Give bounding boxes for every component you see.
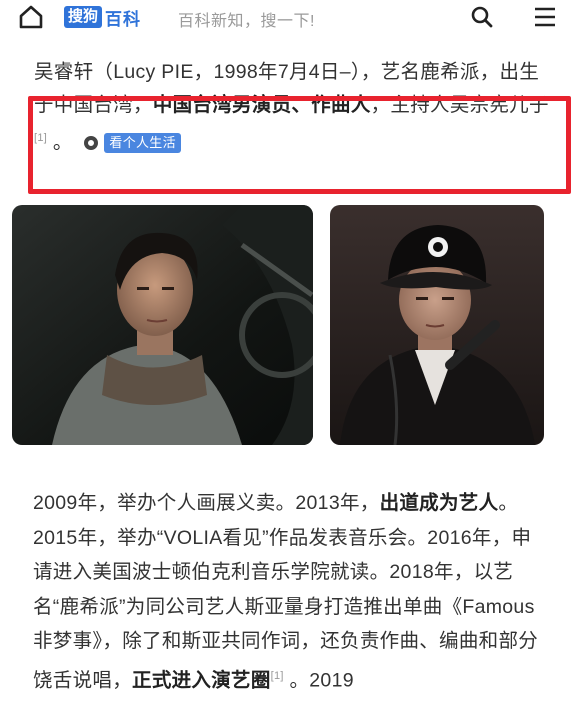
career-bold-2: 正式进入演艺圈 [132, 669, 271, 691]
career-text-3: 。2019 [289, 669, 354, 691]
photo-right[interactable] [330, 205, 544, 445]
career-bold-1: 出道成为艺人 [379, 492, 499, 514]
search-input[interactable]: 百科新知，搜一下! [178, 7, 315, 31]
career-paragraph: 2009年，举办个人画展义卖。2013年，出道成为艺人。2015年，举办“VOL… [33, 486, 548, 698]
home-icon[interactable] [18, 4, 44, 30]
logo[interactable]: 搜狗 百科 [64, 5, 141, 29]
logo-box: 搜狗 [64, 6, 103, 28]
citation-2[interactable]: [1] [271, 670, 284, 682]
career-text-2: 。2015年，举办“VOLIA看见”作品发表音乐会。2016年，申请进入美国波士… [33, 492, 539, 691]
intro-line-1: 吴睿轩（Lucy PIE，1998年7月4日–），艺名鹿希派， [34, 61, 500, 83]
career-text-1: 2009年，举办个人画展义卖。2013年， [33, 492, 380, 514]
highlight-box [28, 96, 571, 194]
logo-text: 百科 [105, 9, 142, 29]
top-bar: 搜狗 百科 百科新知，搜一下! [0, 0, 576, 34]
photo-left[interactable] [12, 205, 313, 445]
menu-icon[interactable] [534, 6, 556, 28]
search-icon[interactable] [470, 5, 494, 29]
